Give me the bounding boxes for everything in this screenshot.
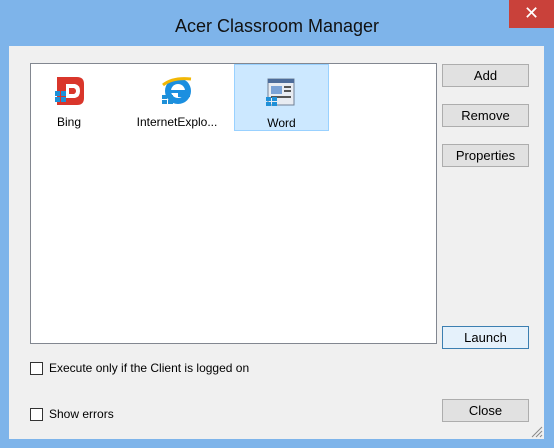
close-button[interactable]: Close [442,399,529,422]
list-item-word[interactable]: Word [234,64,329,131]
remove-button[interactable]: Remove [442,104,529,127]
list-item-label: InternetExplo... [136,115,218,129]
properties-button[interactable]: Properties [442,144,529,167]
resize-grip-icon[interactable] [531,426,543,438]
execute-logged-on-checkbox[interactable] [30,362,43,375]
word-icon [266,78,295,106]
list-item-label: Word [267,116,296,130]
list-item-label: Bing [56,115,82,129]
internet-explorer-icon [162,77,192,104]
close-window-button[interactable]: ✕ [509,0,554,28]
list-item-bing[interactable]: Bing [47,67,91,134]
show-errors-checkbox[interactable] [30,408,43,421]
launch-button[interactable]: Launch [442,326,529,349]
title-bar[interactable]: Acer Classroom Manager ✕ [0,0,554,46]
dialog-window: Acer Classroom Manager ✕ Bing InternetEx… [0,0,554,448]
bing-icon [55,77,84,105]
application-list[interactable]: Bing InternetExplo... Word [30,63,437,344]
window-title: Acer Classroom Manager [174,16,380,36]
show-errors-label: Show errors [49,407,114,421]
list-item-internet-explorer[interactable]: InternetExplo... [127,67,227,134]
execute-logged-on-label: Execute only if the Client is logged on [49,361,250,375]
add-button[interactable]: Add [442,64,529,87]
dialog-body: Bing InternetExplo... Word Add Remove Pr… [9,46,544,439]
